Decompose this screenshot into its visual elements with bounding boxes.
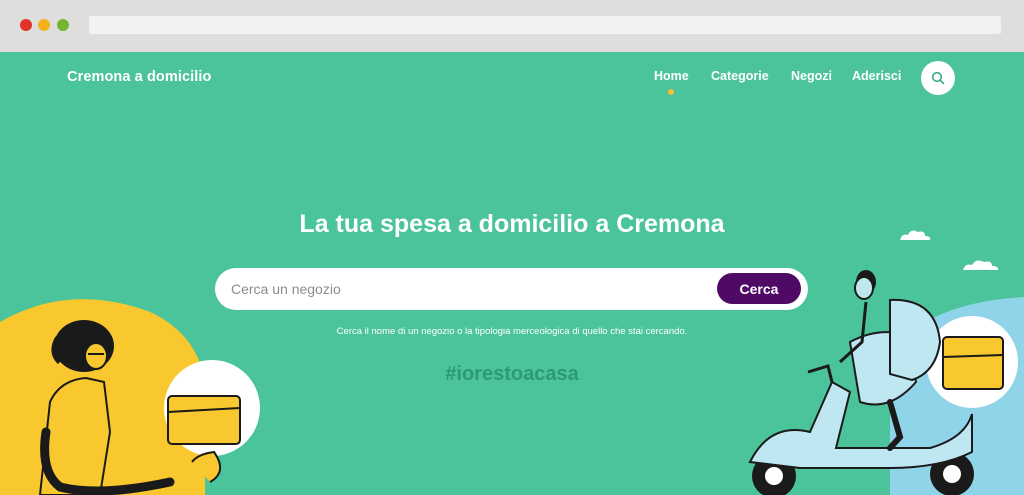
address-bar[interactable] bbox=[89, 16, 1001, 34]
maximize-window-dot[interactable] bbox=[57, 19, 69, 31]
store-search-box: Cerca bbox=[215, 268, 808, 310]
nav-negozi[interactable]: Negozi bbox=[791, 69, 832, 83]
search-icon bbox=[931, 71, 945, 85]
hero-title: La tua spesa a domicilio a Cremona bbox=[299, 210, 725, 238]
nav-home[interactable]: Home bbox=[654, 69, 689, 83]
hashtag-text: #iorestoacasa bbox=[445, 363, 579, 385]
browser-chrome bbox=[0, 0, 1024, 52]
nav-categorie[interactable]: Categorie bbox=[711, 69, 769, 83]
cerca-button[interactable]: Cerca bbox=[717, 273, 801, 304]
store-search-input[interactable] bbox=[231, 268, 711, 310]
active-nav-indicator bbox=[668, 89, 674, 95]
delivery-woman-illustration bbox=[0, 299, 260, 495]
close-window-dot[interactable] bbox=[20, 19, 32, 31]
minimize-window-dot[interactable] bbox=[38, 19, 50, 31]
nav-aderisci[interactable]: Aderisci bbox=[852, 69, 901, 83]
site-page: Cremona a domicilio Home Categorie Negoz… bbox=[0, 52, 1024, 495]
site-brand[interactable]: Cremona a domicilio bbox=[67, 69, 212, 85]
search-hint: Cerca il nome di un negozio o la tipolog… bbox=[336, 326, 688, 337]
header-search-button[interactable] bbox=[921, 61, 955, 95]
